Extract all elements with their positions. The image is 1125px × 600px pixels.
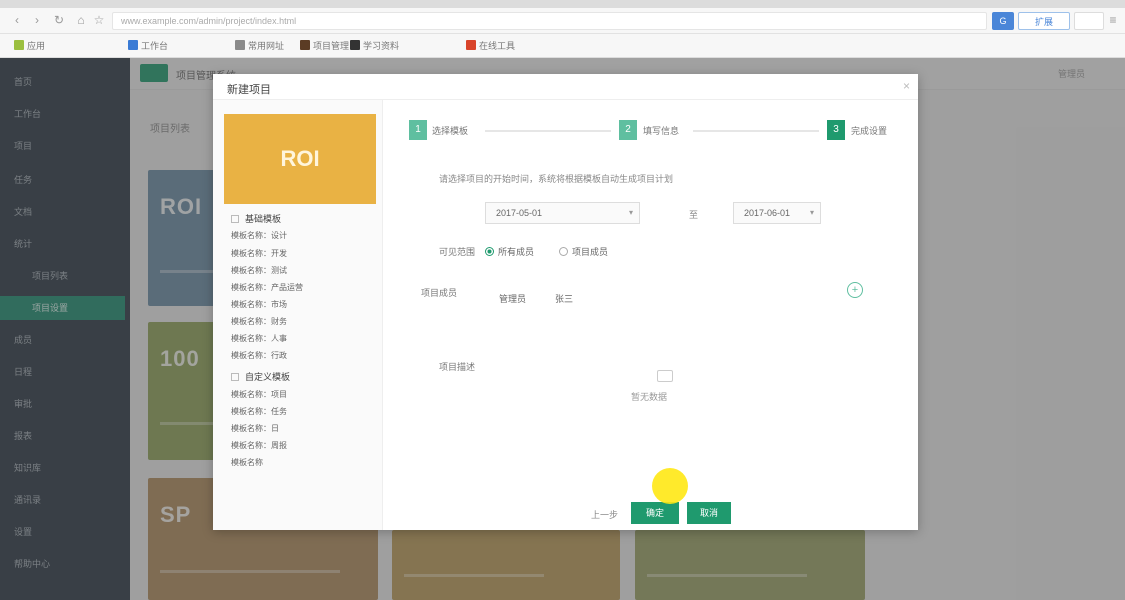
- cancel-button[interactable]: 取消: [687, 502, 731, 524]
- start-date-select[interactable]: 2017-05-01 ▾: [485, 202, 640, 224]
- bookmark-projects[interactable]: 项目管理: [300, 39, 349, 53]
- step-3-label: 完成设置: [851, 126, 888, 136]
- checkbox-icon: [231, 373, 239, 381]
- bookmarks-bar: 应用 工作台 常用网址 项目管理 学习资料 在线工具: [0, 34, 1125, 58]
- radio-checked-icon: [485, 247, 494, 256]
- bookmark-icon: [300, 40, 310, 50]
- radio-all-members[interactable]: 所有成员: [485, 245, 534, 258]
- add-member-icon[interactable]: +: [847, 282, 863, 298]
- star-icon[interactable]: ☆: [92, 13, 106, 27]
- template-preview: ROI: [224, 114, 376, 204]
- member-tag[interactable]: 管理员: [499, 292, 526, 305]
- extension-button[interactable]: 扩展: [1018, 12, 1070, 30]
- reload-icon[interactable]: ↻: [52, 13, 66, 27]
- bookmark-icon: [350, 40, 360, 50]
- step-1-label: 选择模板: [432, 126, 469, 136]
- bookmark-icon: [466, 40, 476, 50]
- template-row[interactable]: 模板名称: [231, 457, 263, 468]
- members-label: 项目成员: [421, 288, 458, 298]
- template-group-basic[interactable]: 基础模板: [231, 212, 281, 225]
- step-connector: [485, 130, 611, 132]
- visibility-label: 可见范围: [439, 247, 476, 257]
- step-3-number: 3: [827, 120, 845, 140]
- member-tag[interactable]: 张三: [555, 292, 573, 305]
- end-date-select[interactable]: 2017-06-01 ▾: [733, 202, 821, 224]
- radio-icon: [559, 247, 568, 256]
- extension-slot[interactable]: [1074, 12, 1104, 30]
- template-row[interactable]: 模板名称：财务: [231, 316, 287, 327]
- bookmark-workbench[interactable]: 工作台: [128, 39, 168, 53]
- browser-toolbar: ‹ › ↻ ⌂ ☆ www.example.com/admin/project/…: [0, 8, 1125, 34]
- confirm-button[interactable]: 确定: [631, 502, 679, 524]
- step-connector: [693, 130, 819, 132]
- bookmark-icon: [235, 40, 245, 50]
- close-icon[interactable]: ×: [903, 80, 910, 92]
- translate-icon[interactable]: G: [992, 12, 1014, 30]
- template-row[interactable]: 模板名称：市场: [231, 299, 287, 310]
- dialog-header: 新建项目 ×: [213, 74, 918, 100]
- template-row[interactable]: 模板名称：项目: [231, 389, 287, 400]
- template-row[interactable]: 模板名称：产品运营: [231, 282, 303, 293]
- template-row[interactable]: 模板名称：任务: [231, 406, 287, 417]
- bookmark-icon: [128, 40, 138, 50]
- radio-project-members[interactable]: 项目成员: [559, 245, 608, 258]
- browser-tab-strip: [0, 0, 1125, 8]
- back-icon[interactable]: ‹: [10, 13, 24, 27]
- checkbox-icon: [231, 215, 239, 223]
- template-row[interactable]: 模板名称：周报: [231, 440, 287, 451]
- template-row[interactable]: 模板名称：设计: [231, 230, 287, 241]
- bookmark-tools[interactable]: 在线工具: [466, 39, 515, 53]
- template-row[interactable]: 模板名称：日: [231, 423, 279, 434]
- new-project-dialog: 新建项目 × ROI 基础模板 模板名称：设计 模板名称：开发 模板名称：测试 …: [213, 74, 918, 530]
- bookmark-links[interactable]: 常用网址: [235, 39, 284, 53]
- empty-state-text: 暂无数据: [631, 392, 668, 402]
- address-bar[interactable]: www.example.com/admin/project/index.html: [112, 12, 987, 30]
- menu-icon[interactable]: ≡: [1106, 13, 1120, 27]
- forward-icon[interactable]: ›: [30, 13, 44, 27]
- chevron-down-icon: ▾: [628, 208, 633, 217]
- step-1-number: 1: [409, 120, 427, 140]
- bookmark-apps[interactable]: 应用: [14, 39, 45, 53]
- template-panel: ROI 基础模板 模板名称：设计 模板名称：开发 模板名称：测试 模板名称：产品…: [213, 100, 383, 530]
- template-group-custom[interactable]: 自定义模板: [231, 370, 290, 383]
- template-row[interactable]: 模板名称：行政: [231, 350, 287, 361]
- prev-step-button[interactable]: 上一步: [591, 508, 618, 521]
- template-row[interactable]: 模板名称：开发: [231, 248, 287, 259]
- apps-icon: [14, 40, 24, 50]
- dialog-title: 新建项目: [227, 84, 271, 96]
- empty-box-icon: [657, 370, 673, 382]
- date-separator: 至: [689, 210, 699, 220]
- step-2-label: 填写信息: [643, 126, 680, 136]
- template-row[interactable]: 模板名称：人事: [231, 333, 287, 344]
- home-icon[interactable]: ⌂: [74, 13, 88, 27]
- cursor-highlight: [652, 468, 688, 504]
- template-row[interactable]: 模板名称：测试: [231, 265, 287, 276]
- description-label: 项目描述: [439, 362, 476, 372]
- step-2-number: 2: [619, 120, 637, 140]
- instruction-text: 请选择项目的开始时间，系统将根据模板自动生成项目计划: [439, 174, 674, 184]
- bookmark-learning[interactable]: 学习资料: [350, 39, 399, 53]
- chevron-down-icon: ▾: [809, 208, 814, 217]
